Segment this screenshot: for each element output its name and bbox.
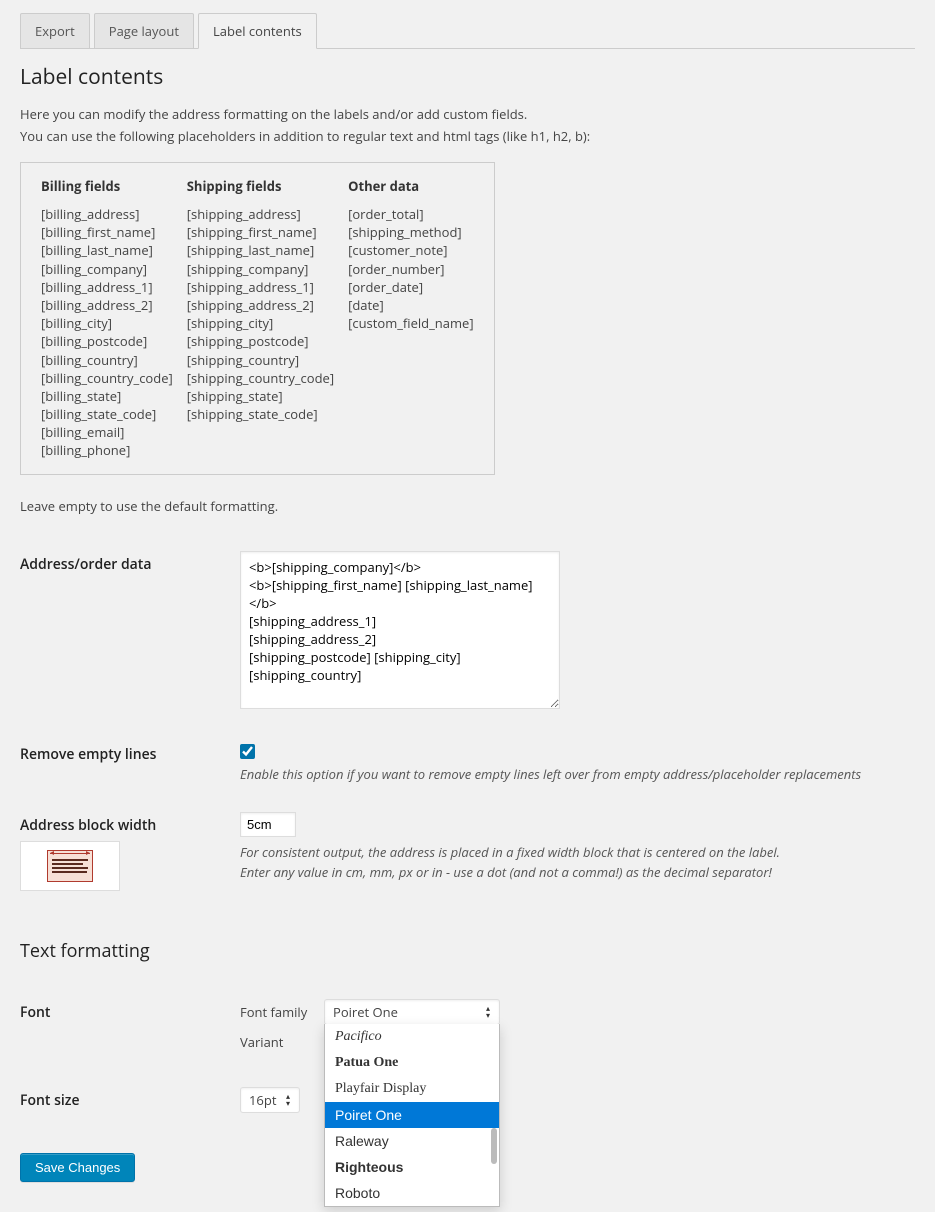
placeholder-item: [shipping_state_code] [187, 405, 334, 423]
font-label: Font [20, 987, 240, 1075]
placeholder-item: [shipping_state] [187, 387, 334, 405]
font-size-select[interactable]: 16pt [240, 1087, 300, 1113]
font-option[interactable]: Poiret One [325, 1102, 499, 1128]
font-family-dropdown[interactable]: PacificoPatua OnePlayfair DisplayPoiret … [324, 1024, 500, 1207]
placeholder-item: [billing_country] [41, 351, 173, 369]
address-block-width-input[interactable] [240, 812, 296, 837]
placeholder-item: [shipping_country] [187, 351, 334, 369]
column-heading: Other data [348, 177, 474, 195]
column-heading: Shipping fields [187, 177, 334, 195]
default-formatting-note: Leave empty to use the default formattin… [20, 497, 915, 515]
font-size-label: Font size [20, 1075, 240, 1129]
placeholder-item: [billing_email] [41, 423, 173, 441]
font-option[interactable]: Roboto [325, 1180, 499, 1206]
placeholder-item: [shipping_method] [348, 223, 474, 241]
block-width-icon [20, 841, 120, 891]
placeholder-item: [shipping_company] [187, 260, 334, 278]
placeholder-item: [shipping_city] [187, 314, 334, 332]
placeholder-item: [shipping_country_code] [187, 369, 334, 387]
placeholder-item: [shipping_address] [187, 205, 334, 223]
placeholder-item: [billing_first_name] [41, 223, 173, 241]
column-heading: Billing fields [41, 177, 173, 195]
font-variant-label: Variant [240, 1033, 318, 1051]
placeholder-item: [billing_country_code] [41, 369, 173, 387]
other-data-column: Other data [order_total][shipping_method… [348, 177, 474, 460]
address-block-width-label: Address block width [20, 816, 156, 835]
remove-empty-lines-desc: Enable this option if you want to remove… [240, 765, 915, 785]
font-family-label: Font family [240, 1003, 318, 1021]
remove-empty-lines-checkbox[interactable] [240, 744, 255, 759]
address-data-textarea[interactable] [240, 551, 560, 709]
placeholder-item: [billing_state_code] [41, 405, 173, 423]
placeholder-item: [order_date] [348, 278, 474, 296]
placeholder-item: [order_total] [348, 205, 474, 223]
font-option[interactable]: Patua One [325, 1050, 499, 1076]
placeholder-item: [billing_address_2] [41, 296, 173, 314]
font-option[interactable]: Pacifico [325, 1024, 499, 1050]
placeholder-item: [date] [348, 296, 474, 314]
placeholder-item: [shipping_last_name] [187, 241, 334, 259]
font-family-select[interactable]: Poiret One [324, 999, 500, 1025]
tab-page-layout[interactable]: Page layout [94, 13, 194, 49]
placeholder-item: [billing_address] [41, 205, 173, 223]
placeholder-item: [billing_postcode] [41, 332, 173, 350]
placeholder-item: [billing_phone] [41, 441, 173, 459]
tabs-nav: Export Page layout Label contents [20, 12, 915, 49]
placeholder-item: [billing_company] [41, 260, 173, 278]
intro-line-2: You can use the following placeholders i… [20, 127, 915, 147]
address-data-label: Address/order data [20, 539, 240, 729]
font-option[interactable]: Playfair Display [325, 1076, 499, 1102]
intro-line-1: Here you can modify the address formatti… [20, 105, 915, 125]
placeholder-item: [billing_last_name] [41, 241, 173, 259]
dropdown-scrollbar[interactable] [491, 1028, 497, 1202]
placeholder-item: [shipping_address_1] [187, 278, 334, 296]
tab-panel-label-contents: Label contents Here you can modify the a… [0, 49, 935, 1212]
chevron-updown-icon [281, 1093, 295, 1108]
text-formatting-heading: Text formatting [20, 939, 915, 963]
placeholder-reference-box: Billing fields [billing_address][billing… [20, 162, 495, 475]
placeholder-item: [customer_note] [348, 241, 474, 259]
placeholder-item: [shipping_address_2] [187, 296, 334, 314]
placeholder-item: [billing_city] [41, 314, 173, 332]
tab-label-contents[interactable]: Label contents [198, 13, 317, 49]
tab-export[interactable]: Export [20, 13, 90, 49]
font-option[interactable]: Righteous [325, 1154, 499, 1180]
placeholder-item: [billing_address_1] [41, 278, 173, 296]
page-title: Label contents [20, 63, 915, 91]
address-block-width-desc: For consistent output, the address is pl… [240, 843, 915, 882]
save-changes-button[interactable]: Save Changes [20, 1153, 135, 1182]
placeholder-item: [shipping_postcode] [187, 332, 334, 350]
billing-fields-column: Billing fields [billing_address][billing… [41, 177, 173, 460]
font-option[interactable]: Raleway [325, 1128, 499, 1154]
remove-empty-lines-label: Remove empty lines [20, 729, 240, 801]
placeholder-item: [custom_field_name] [348, 314, 474, 332]
placeholder-item: [order_number] [348, 260, 474, 278]
chevron-updown-icon [481, 1005, 495, 1020]
placeholder-item: [billing_state] [41, 387, 173, 405]
placeholder-item: [shipping_first_name] [187, 223, 334, 241]
shipping-fields-column: Shipping fields [shipping_address][shipp… [187, 177, 334, 460]
